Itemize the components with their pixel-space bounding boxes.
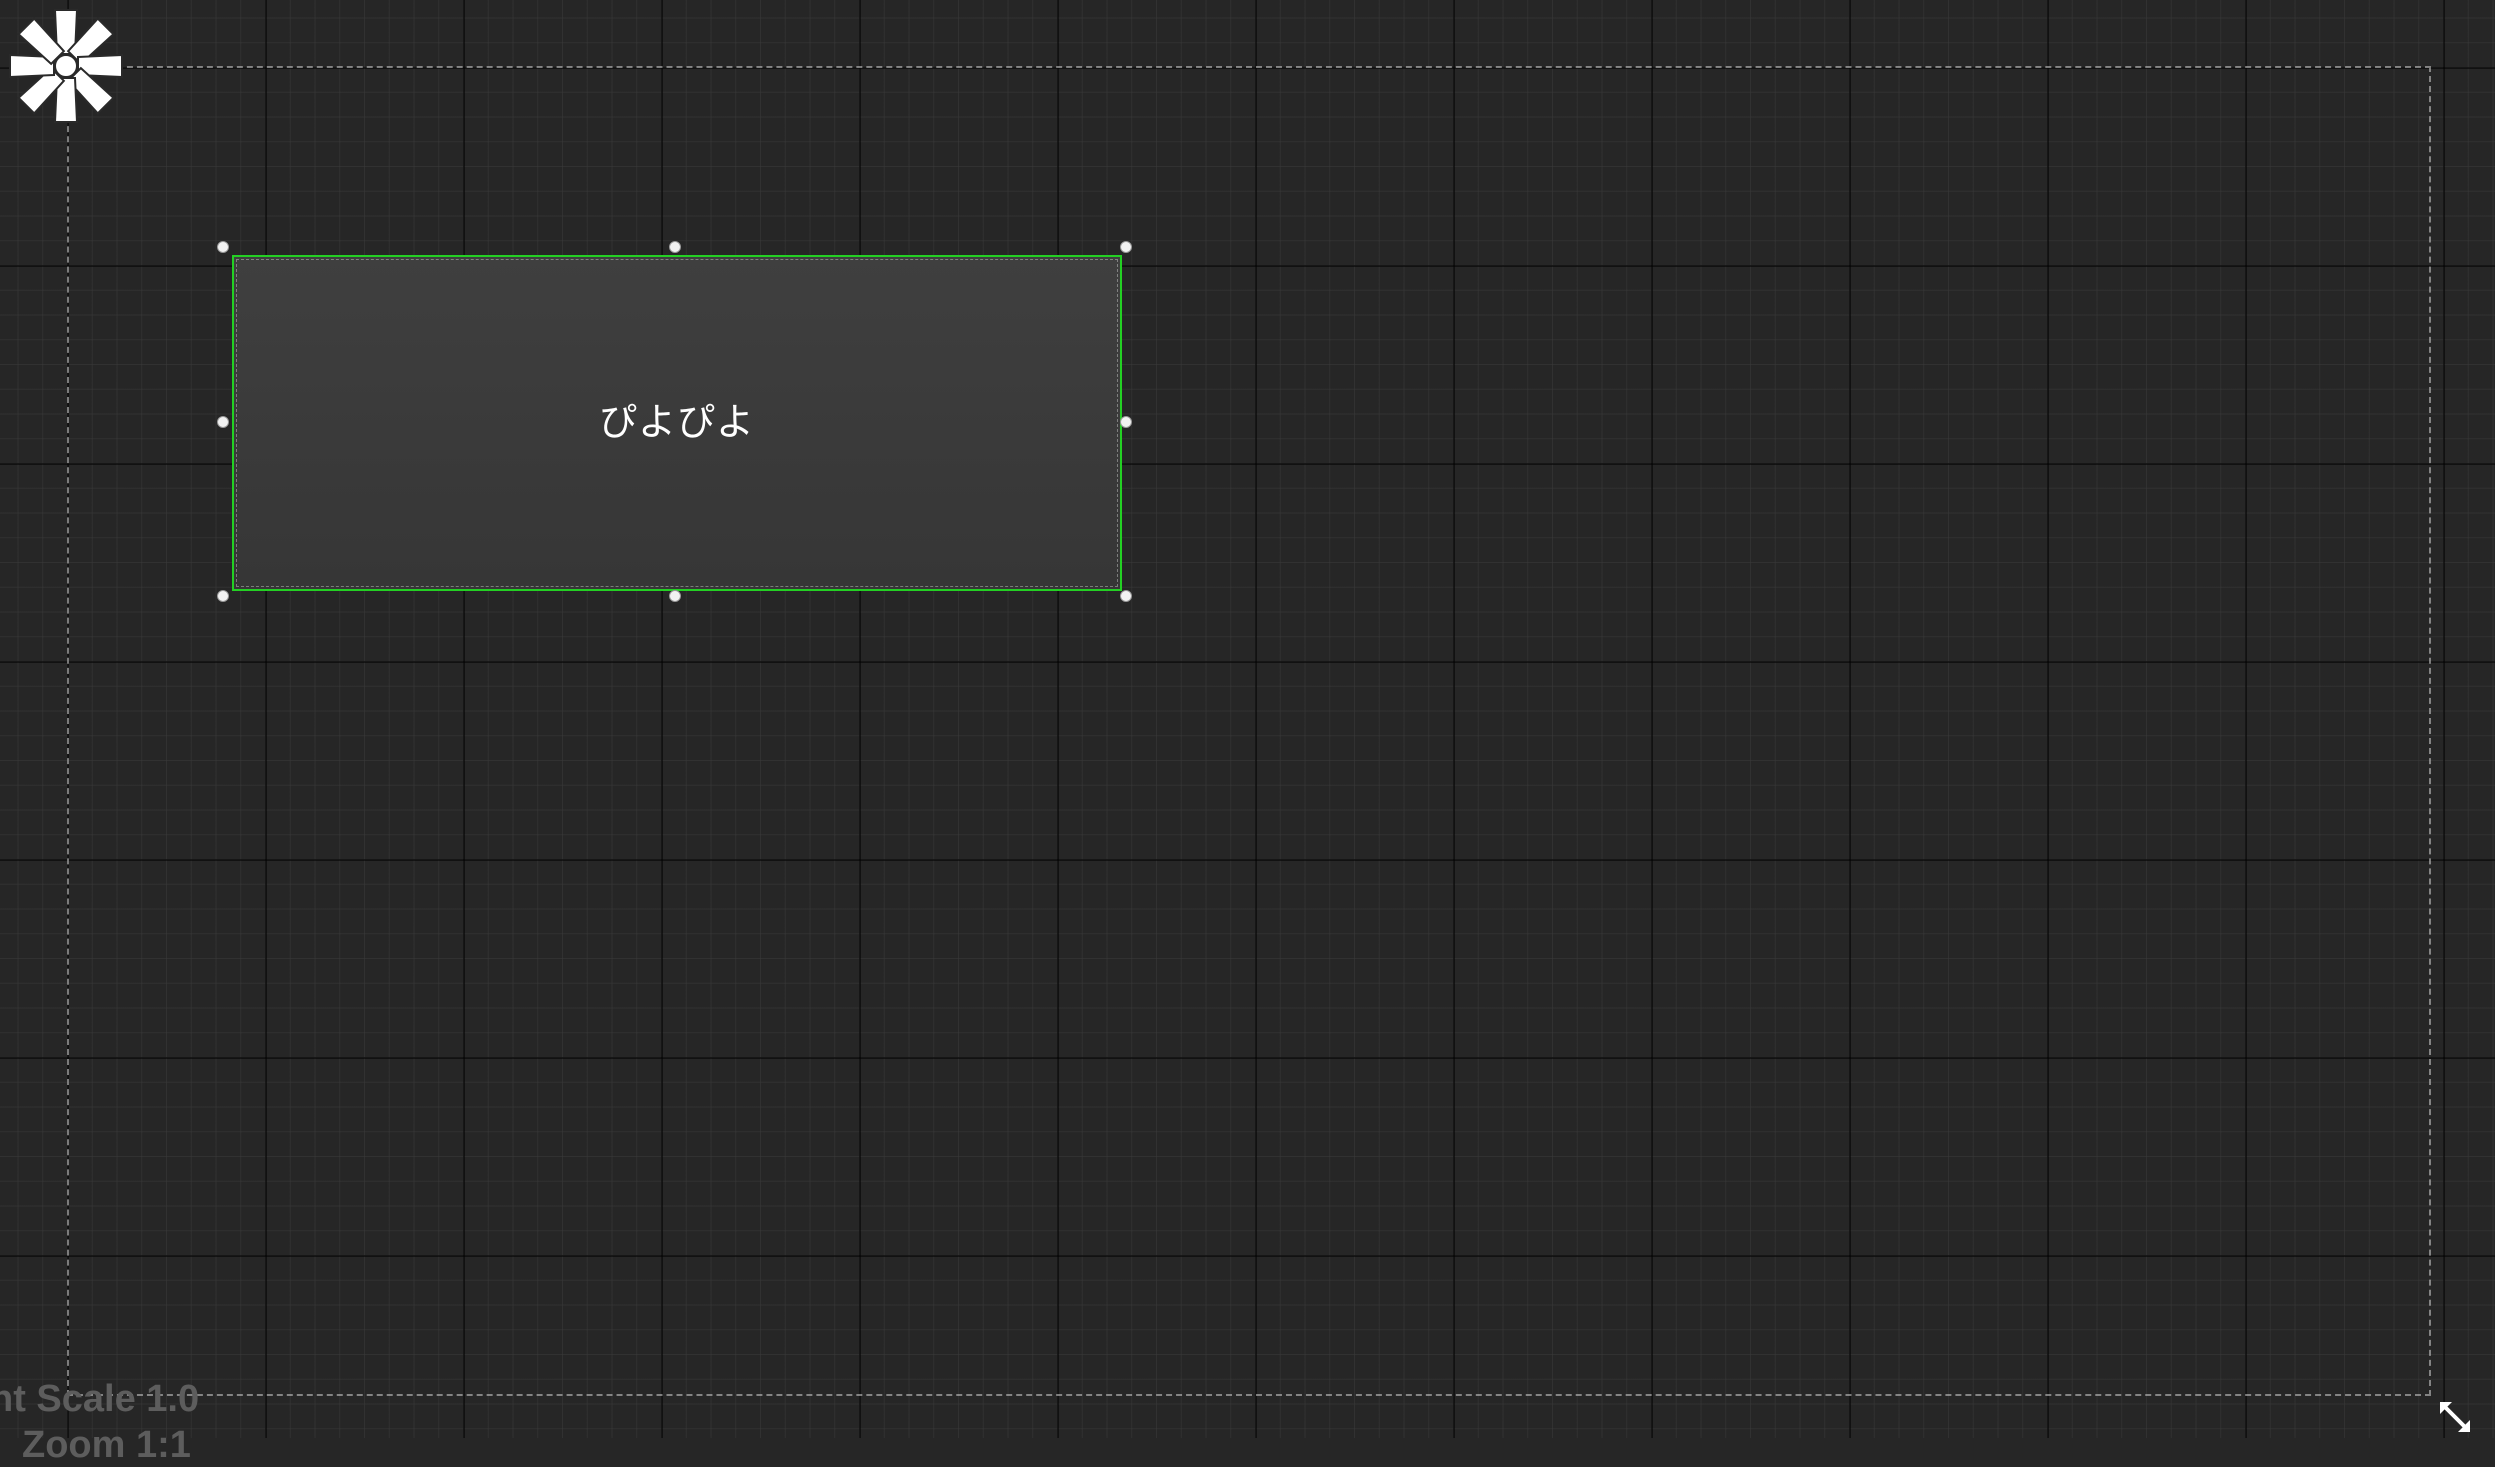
anchor-flower-icon[interactable]: [6, 6, 126, 126]
resize-handle-left[interactable]: [217, 416, 229, 428]
resize-arrows-icon[interactable]: [2438, 1400, 2472, 1434]
selected-button-widget[interactable]: ぴよぴよ: [232, 255, 1122, 591]
resize-handle-bottom-right[interactable]: [1120, 590, 1132, 602]
resize-handle-top[interactable]: [669, 241, 681, 253]
dpi-scale-text: nt Scale 1.0: [0, 1378, 200, 1420]
widget-label: ぴよぴよ: [598, 400, 755, 444]
resize-handle-top-left[interactable]: [217, 241, 229, 253]
zoom-level-text: Zoom 1:1: [22, 1424, 191, 1466]
designer-canvas[interactable]: ぴよぴよ nt Scale 1.0 Zoom 1:1: [0, 0, 2495, 1466]
resize-handle-bottom-left[interactable]: [217, 590, 229, 602]
resize-handle-bottom[interactable]: [669, 590, 681, 602]
resize-handle-right[interactable]: [1120, 416, 1132, 428]
resize-handle-top-right[interactable]: [1120, 241, 1132, 253]
